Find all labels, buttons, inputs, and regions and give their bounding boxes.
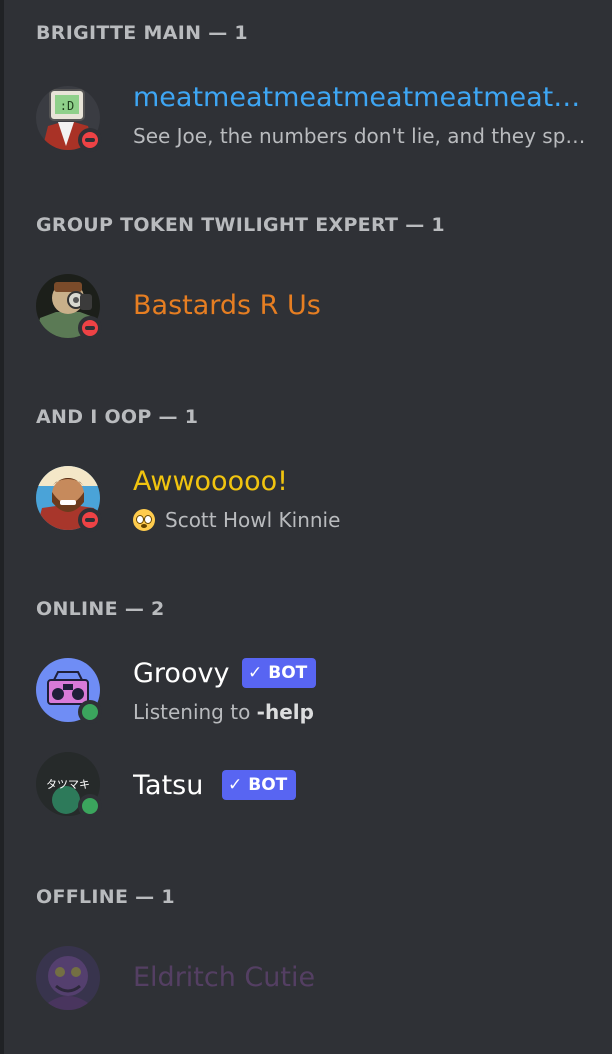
member-bastards-r-us[interactable]: Bastards R Us <box>20 250 604 340</box>
purple-creature-avatar-icon <box>36 946 100 1010</box>
activity-prefix: Listening to <box>133 700 257 724</box>
group-header-online: ONLINE — 2 <box>36 598 165 620</box>
member-groovy[interactable]: Groovy ✓ BOT Listening to -help <box>20 634 604 724</box>
member-tatsu[interactable]: タツマキ Tatsu ✓ BOT <box>20 740 604 824</box>
member-awwooooo[interactable]: Awwooooo! Scott Howl Kinnie <box>20 442 604 532</box>
activity-command: -help <box>256 700 314 724</box>
member-name: Groovy <box>133 658 230 689</box>
online-status-icon <box>78 700 102 724</box>
group-header-group-token: GROUP TOKEN TWILIGHT EXPERT — 1 <box>36 214 445 236</box>
member-name: meatmeatmeatmeatmeatmeatm… <box>133 82 593 113</box>
member-name: Awwooooo! <box>133 466 288 497</box>
group-header-brigitte-main: BRIGITTE MAIN — 1 <box>36 22 248 44</box>
group-header-and-i-oop: AND I OOP — 1 <box>36 406 199 428</box>
custom-status: Scott Howl Kinnie <box>133 508 340 532</box>
bot-label: BOT <box>248 775 288 795</box>
custom-status-text: Scott Howl Kinnie <box>165 508 341 532</box>
member-name: Tatsu <box>133 770 204 801</box>
activity-status: Listening to -help <box>133 700 314 724</box>
verified-check-icon: ✓ <box>228 775 243 795</box>
bot-tag: ✓ BOT <box>242 658 317 688</box>
avatar[interactable] <box>36 466 102 532</box>
avatar[interactable] <box>36 274 102 340</box>
bot-tag: ✓ BOT <box>222 770 297 800</box>
verified-check-icon: ✓ <box>248 663 263 683</box>
member-meatmeat[interactable]: :D meatmeatmeatmeatmeatmeatm… See Joe, t… <box>20 58 604 152</box>
svg-text::D: :D <box>60 99 74 113</box>
online-status-icon <box>78 794 102 818</box>
dnd-status-icon <box>78 128 102 152</box>
avatar[interactable] <box>36 658 102 724</box>
member-name: Bastards R Us <box>133 290 321 321</box>
avatar[interactable] <box>36 946 100 1010</box>
group-header-offline: OFFLINE — 1 <box>36 886 175 908</box>
avatar[interactable]: :D <box>36 86 102 152</box>
bot-label: BOT <box>268 663 308 683</box>
member-eldritch-cutie[interactable]: Eldritch Cutie <box>20 922 604 1010</box>
dnd-status-icon <box>78 316 102 340</box>
member-list: BRIGITTE MAIN — 1 :D meatmeatmeatmeatmea… <box>0 0 612 1054</box>
custom-status: See Joe, the numbers don't lie, and they… <box>133 124 593 148</box>
tatsu-avatar-text: タツマキ <box>46 778 90 791</box>
dnd-status-icon <box>78 508 102 532</box>
flushed-face-emoji-icon <box>133 509 155 531</box>
avatar[interactable]: タツマキ <box>36 752 102 818</box>
member-name: Eldritch Cutie <box>133 962 316 993</box>
